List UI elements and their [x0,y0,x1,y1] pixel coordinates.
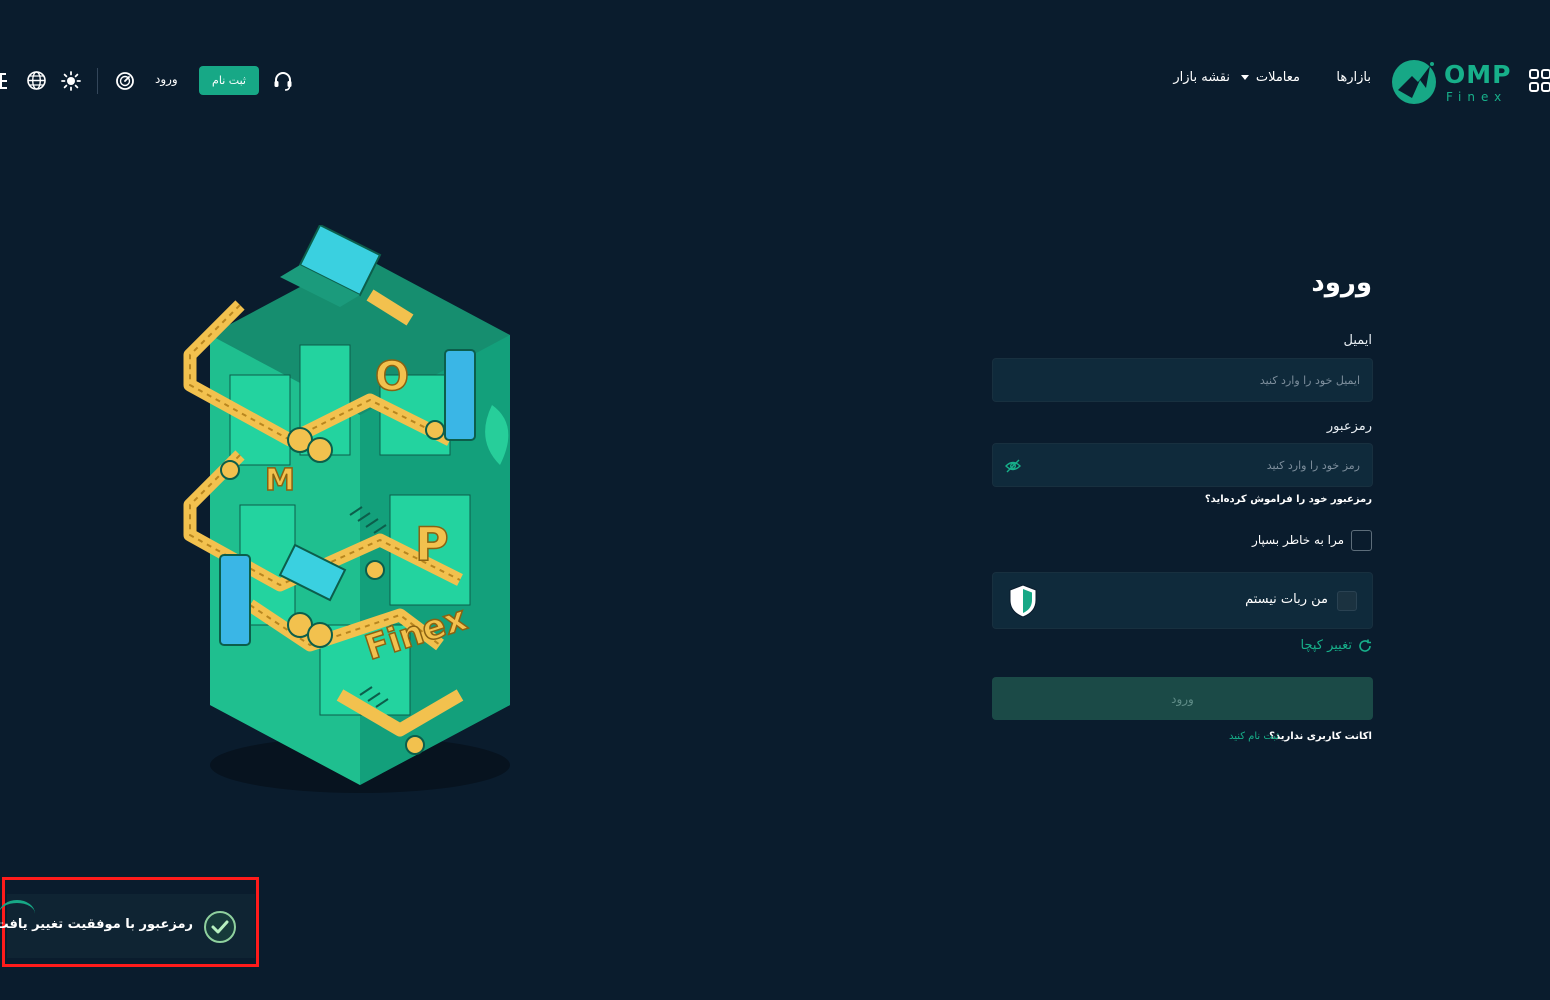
isometric-city-illustration: O P M Finex [170,225,540,800]
shield-icon [1007,583,1039,619]
header-divider [97,68,98,94]
dashboard-gauge-icon[interactable] [115,71,135,91]
login-submit-button[interactable]: ورود [992,677,1373,720]
password-input[interactable] [993,444,1372,486]
toast-message: رمزعبور با موفقیت تغییر یافت [0,917,193,932]
illustration-letter-p: P [415,517,449,571]
nav-trades[interactable]: معاملات [1240,70,1300,85]
email-label: ایمیل [1343,333,1372,348]
nav-markets[interactable]: بازارها [1336,70,1371,85]
eye-slash-icon[interactable] [1005,458,1021,474]
login-title: ورود [1311,268,1372,298]
remember-me-label: مرا به خاطر بسپار [1252,533,1344,547]
login-link[interactable]: ورود [155,72,178,86]
password-label: رمزعبور [1326,419,1372,434]
signup-button[interactable]: ثبت نام [199,66,259,95]
forgot-password-link[interactable]: رمزعبور خود را فراموش کرده‌اید؟ [1205,494,1372,505]
language-globe-icon[interactable] [26,70,47,91]
nav-trades-label: معاملات [1255,70,1300,85]
toast-body: رمزعبور با موفقیت تغییر یافت [0,894,255,958]
captcha-label: من ربات نیستم [1245,592,1328,607]
change-captcha-link[interactable]: تغییر کپچا [1300,638,1372,653]
logo-mark-icon [1392,60,1436,104]
chevron-down-icon [1240,75,1249,80]
password-field-wrapper [992,443,1373,487]
signup-link[interactable]: ثبت نام کنید [1229,731,1279,742]
change-captcha-label: تغییر کپچا [1300,638,1352,653]
refresh-icon [1359,639,1371,652]
email-field-wrapper [992,358,1373,402]
theme-sun-icon[interactable] [61,71,81,91]
brand-sub: Finex [1446,90,1508,104]
apps-grid-icon[interactable] [1528,68,1550,94]
remember-me-checkbox[interactable] [1351,530,1372,551]
no-account-text: اکانت کاربری ندارید؟ [1269,731,1372,742]
brand-name: OMP [1444,60,1512,89]
check-circle-icon [203,910,237,944]
email-input[interactable] [993,359,1372,401]
success-toast: رمزعبور با موفقیت تغییر یافت [0,877,259,967]
illustration-letter-m: M [265,463,295,498]
settings-icon[interactable] [0,70,10,92]
omp-finex-logo[interactable]: OMP Finex [1390,56,1514,108]
illustration-letter-o: O [375,354,409,400]
captcha-checkbox[interactable] [1337,591,1357,611]
nav-market-map[interactable]: نقشه بازار [1173,70,1230,85]
support-headset-icon[interactable] [272,70,294,92]
